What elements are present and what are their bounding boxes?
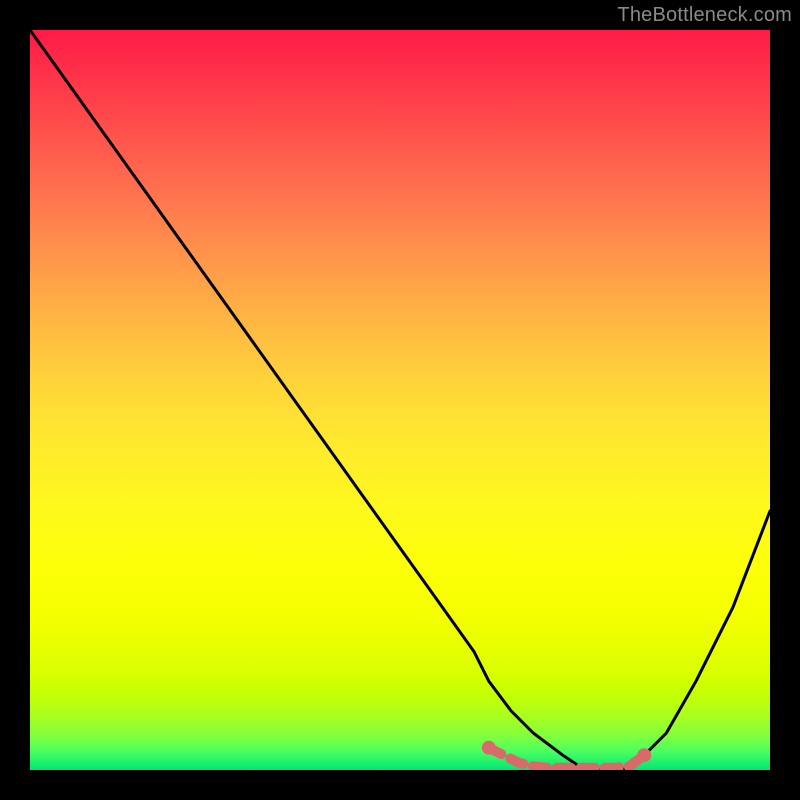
optimal-zone-endcap <box>482 741 496 755</box>
optimal-zone-endcap <box>637 748 651 762</box>
chart-frame: TheBottleneck.com <box>0 0 800 800</box>
watermark-text: TheBottleneck.com <box>617 4 792 27</box>
optimal-zone-markers <box>482 741 651 768</box>
plot-area <box>30 30 770 770</box>
bottleneck-curve <box>30 30 770 770</box>
chart-svg <box>30 30 770 770</box>
